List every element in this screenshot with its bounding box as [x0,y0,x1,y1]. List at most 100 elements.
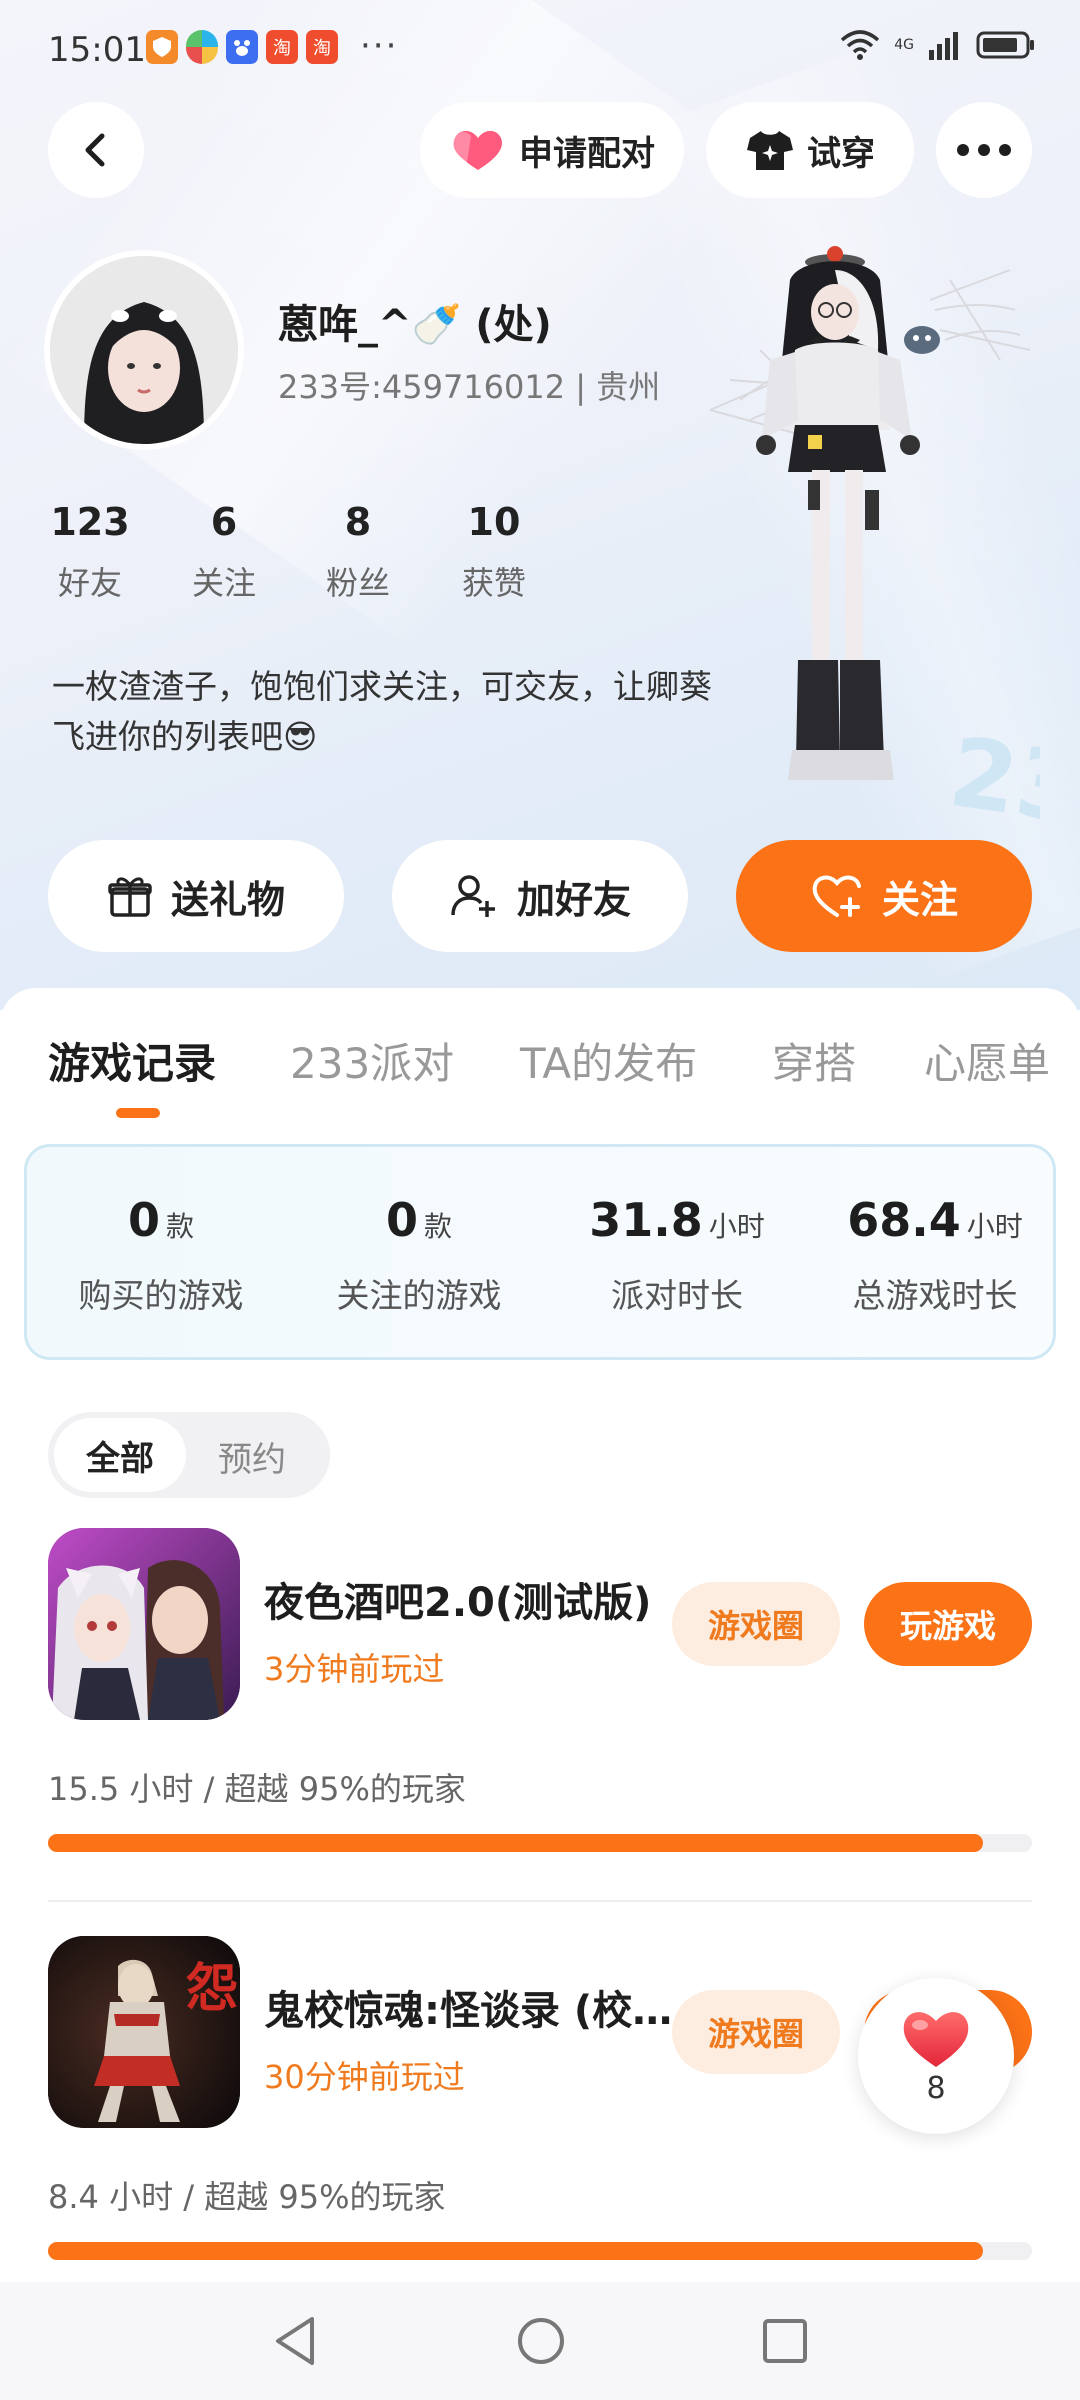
filter-reserve[interactable]: 预约 [218,1432,286,1481]
heart-icon [453,130,503,170]
stat-number: 10 [467,500,521,544]
paw-app-icon [226,30,258,64]
more-notifications-icon: ··· [360,26,399,66]
summary-label: 购买的游戏 [78,1276,244,1315]
game-name: 夜色酒吧2.0(测试版) [264,1580,652,1626]
summary-label: 关注的游戏 [336,1276,502,1315]
filter-all[interactable]: 全部 [54,1418,186,1492]
more-options-button[interactable] [936,102,1032,198]
tab-game-records[interactable]: 游戏记录 [48,1030,216,1091]
play-time-stat: 8.4 小时 / 超越 95%的玩家 [48,2178,446,2216]
stat-label: 好友 [57,564,122,602]
tshirt-icon [747,131,793,170]
stat-fans[interactable]: 8 粉丝 [298,500,418,604]
filter-toggle: 全部 预约 [48,1412,330,1498]
network-type: 4G [894,37,914,53]
stat-number: 123 [50,500,130,544]
request-pair-label: 申请配对 [519,133,655,174]
stat-likes[interactable]: 10 获赞 [434,500,554,604]
add-user-icon [451,875,495,917]
send-gift-label: 送礼物 [170,877,285,922]
summary-value: 31.8 [589,1193,703,1247]
game-summary-card: 0款 购买的游戏 0款 关注的游戏 31.8 小时 派对时长 68.4 小时 总游戏… [24,1144,1056,1360]
play-time-progress-fill [48,2242,983,2260]
heart-icon [903,2011,969,2067]
summary-total-time: 68.4 小时 总游戏时长 [815,1193,1055,1317]
nav-back-icon[interactable] [272,2315,320,2367]
like-float-button[interactable]: 8 [858,1978,1014,2134]
avatar-photo [50,256,238,444]
game-circle-button[interactable]: 游戏圈 [672,1990,840,2074]
stat-friends[interactable]: 123 好友 [30,500,150,604]
stat-label: 粉丝 [325,564,390,602]
pinwheel-app-icon [186,30,218,64]
try-on-label: 试穿 [807,133,875,174]
signal-icon [929,32,958,60]
more-dots-icon [957,144,1011,156]
tab-wishlist[interactable]: 心愿单 [924,1030,1050,1091]
nickname: 蒽哖_^🍼 (处) [278,302,552,348]
game-record-item: 夜色酒吧2.0(测试版) 3分钟前玩过 游戏圈 玩游戏 15.5 小时 / 超越… [0,1528,1080,1938]
add-friend-label: 加好友 [516,877,631,922]
tab-outfits[interactable]: 穿搭 [772,1030,856,1091]
divider [48,1900,1032,1902]
status-time: 15:01 [48,30,146,70]
shield-app-icon [146,30,178,64]
like-count: 8 [926,2070,946,2106]
active-tab-indicator [116,1108,160,1118]
game-name: 鬼校惊魂:怪谈录 (校园版) [264,1988,674,2034]
follow-label: 关注 [881,877,958,922]
game-icon-glyph: 怨 [186,1958,238,2019]
play-time-progress [48,2242,1032,2260]
summary-label: 派对时长 [611,1276,743,1315]
try-on-button[interactable]: 试穿 [706,102,914,198]
play-time-stat: 15.5 小时 / 超越 95%的玩家 [48,1770,466,1808]
summary-value: 68.4 [847,1193,961,1247]
taobao-icon: 淘 [306,30,338,64]
stat-label: 关注 [191,564,256,602]
summary-purchased: 0款 购买的游戏 [41,1193,281,1317]
play-game-button[interactable]: 玩游戏 [864,1582,1032,1666]
summary-label: 总游戏时长 [852,1276,1018,1315]
stat-number: 8 [344,500,372,544]
summary-followed: 0款 关注的游戏 [299,1193,539,1317]
game-artwork [48,1528,240,1720]
nav-home-icon[interactable] [516,2316,566,2366]
bio: 一枚渣渣子，饱饱们求关注，可交友，让卿葵飞进你的列表吧😎 [52,667,712,756]
avatar[interactable] [44,250,244,450]
game-icon[interactable]: 怨 [48,1936,240,2128]
game-circle-button[interactable]: 游戏圈 [672,1582,840,1666]
stat-following[interactable]: 6 关注 [164,500,284,604]
stat-number: 6 [210,500,238,544]
svg-text:233: 233 [943,716,1040,840]
add-friend-button[interactable]: 加好友 [392,840,688,952]
send-gift-button[interactable]: 送礼物 [48,840,344,952]
tab-posts[interactable]: TA的发布 [520,1030,697,1091]
heart-plus-icon [812,875,861,917]
summary-party-time: 31.8 小时 派对时长 [557,1193,797,1317]
last-played: 3分钟前玩过 [264,1650,445,1688]
gift-icon [108,877,152,917]
request-pair-button[interactable]: 申请配对 [420,102,684,198]
wifi-icon [841,30,880,60]
summary-value: 0 [127,1193,160,1247]
follow-button[interactable]: 关注 [736,840,1032,952]
game-artwork: 怨 [48,1936,240,2128]
play-time-progress [48,1834,1032,1852]
back-button[interactable] [48,102,144,198]
summary-value: 0 [385,1193,418,1247]
game-icon[interactable] [48,1528,240,1720]
chevron-left-icon [85,133,105,167]
play-time-progress-fill [48,1834,983,1852]
avatar-character-figure: 233 [709,246,1040,840]
summary-unit: 款 [424,1210,453,1243]
last-played: 30分钟前玩过 [264,2058,465,2096]
system-indicators: 4G [840,30,1036,60]
status-bar: 15:01 淘 淘 ··· 4G [0,0,1080,100]
nav-recents-icon[interactable] [762,2318,808,2364]
system-nav-bar [0,2282,1080,2400]
tab-233-party[interactable]: 233派对 [290,1030,454,1091]
taobao-icon: 淘 [266,30,298,64]
profile-tabs: 游戏记录 233派对 TA的发布 穿搭 心愿单 [0,1020,1080,1110]
user-id-location: 233号:459716012 | 贵州 [278,368,661,406]
